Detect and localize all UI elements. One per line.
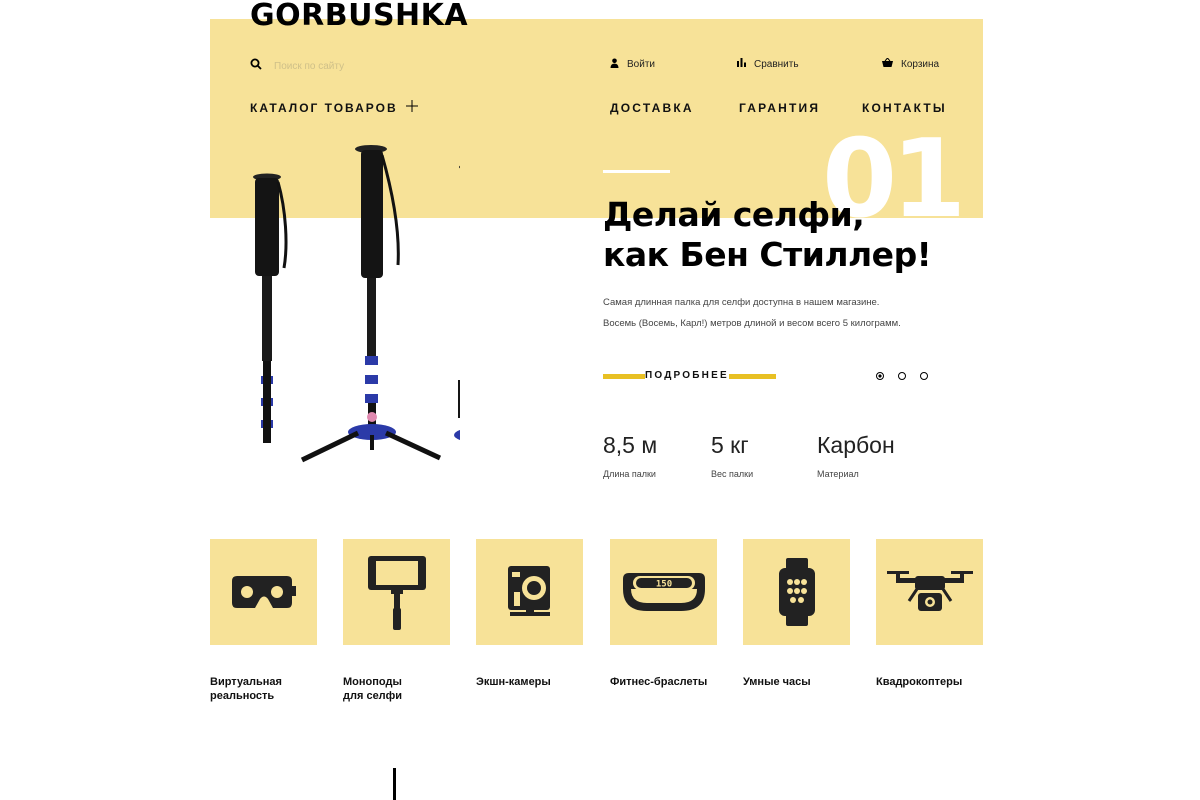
- catalog-menu-button[interactable]: КАТАЛОГ ТОВАРОВ: [250, 100, 418, 115]
- cart-link[interactable]: Корзина: [882, 57, 940, 70]
- login-label: Войти: [627, 59, 655, 70]
- drone-icon: [886, 571, 973, 611]
- plus-icon: [405, 100, 418, 115]
- slider-dot-1[interactable]: [876, 372, 884, 380]
- nav-contacts[interactable]: КОНТАКТЫ: [862, 101, 947, 115]
- category-action-cameras[interactable]: Экшн-камеры: [476, 539, 583, 689]
- vr-headset-icon: [231, 576, 296, 608]
- category-vr-label-line1: Виртуальная: [210, 676, 282, 688]
- selfie-stick-icon: [367, 556, 426, 630]
- hero-description: Самая длинная палка для селфи доступна в…: [603, 292, 901, 334]
- spec-length-value: 8,5 м: [603, 432, 658, 458]
- category-action-cameras-tile[interactable]: [476, 539, 583, 645]
- search-bar[interactable]: [250, 57, 474, 75]
- compare-link[interactable]: Сравнить: [737, 58, 799, 70]
- hero-description-line1: Самая длинная палка для селфи доступна в…: [603, 297, 880, 308]
- category-smartwatches-label-line1: Умные часы: [743, 676, 811, 688]
- category-monopods-label-line2: для селфи: [343, 690, 403, 702]
- monopod-product-image: [240, 140, 496, 475]
- category-monopods-tile[interactable]: [343, 539, 450, 645]
- category-vr-tile[interactable]: [210, 539, 317, 645]
- category-vr-label-line2: реальность: [210, 690, 275, 702]
- catalog-label: КАТАЛОГ ТОВАРОВ: [250, 100, 398, 115]
- search-input[interactable]: [274, 60, 474, 72]
- category-monopods-label-line1: Моноподы: [343, 676, 402, 688]
- category-drones[interactable]: Квадрокоптеры: [876, 539, 983, 689]
- compare-label: Сравнить: [754, 58, 799, 70]
- category-action-cameras-label-line1: Экшн-камеры: [476, 676, 551, 688]
- category-smartwatches-label[interactable]: Умные часы: [743, 675, 850, 689]
- category-action-cameras-label[interactable]: Экшн-камеры: [476, 675, 583, 689]
- hero-title: Делай селфи, как Бен Стиллер!: [603, 195, 932, 275]
- category-fitness-bands[interactable]: 150 Фитнес-браслеты: [610, 539, 717, 689]
- user-icon: [610, 58, 619, 71]
- spec-material-value: Карбон: [817, 432, 895, 458]
- category-fitness-bands-label-line1: Фитнес-браслеты: [610, 676, 708, 688]
- login-link[interactable]: Войти: [610, 58, 655, 71]
- basket-icon: [882, 57, 893, 70]
- slider-dot-3[interactable]: [920, 372, 928, 380]
- action-camera-icon: [507, 566, 550, 616]
- category-smartwatches[interactable]: Умные часы: [743, 539, 850, 689]
- category-drones-label-line1: Квадрокоптеры: [876, 676, 963, 688]
- more-button[interactable]: ПОДРОБНЕЕ: [603, 368, 776, 388]
- title-divider: [603, 170, 670, 173]
- hero-title-line2: как Бен Стиллер!: [603, 235, 932, 274]
- category-fitness-bands-tile[interactable]: 150: [610, 539, 717, 645]
- nav-warranty[interactable]: ГАРАНТИЯ: [739, 101, 820, 115]
- category-vr[interactable]: Виртуальная реальность: [210, 539, 317, 703]
- cart-label: Корзина: [901, 58, 940, 70]
- category-monopods[interactable]: Моноподы для селфи: [343, 539, 450, 703]
- spec-length-label: Длина палки: [603, 469, 656, 479]
- spec-length: 8,5 м Длина палки: [603, 432, 657, 479]
- category-fitness-bands-label[interactable]: Фитнес-браслеты: [610, 675, 717, 689]
- slider-pagination: [876, 372, 928, 380]
- category-drones-tile[interactable]: [876, 539, 983, 645]
- fitness-band-icon: 150: [622, 573, 705, 611]
- hero-description-line2: Восемь (Восемь, Карл!) метров длиной и в…: [603, 318, 901, 329]
- spec-weight: 5 кг Вес палки: [711, 432, 753, 479]
- more-button-label: ПОДРОБНЕЕ: [645, 370, 729, 381]
- category-smartwatches-tile[interactable]: [743, 539, 850, 645]
- category-drones-label[interactable]: Квадрокоптеры: [876, 675, 983, 689]
- text-cursor: [393, 768, 396, 800]
- category-vr-label[interactable]: Виртуальная реальность: [210, 675, 317, 703]
- hero-title-line1: Делай селфи,: [603, 195, 865, 234]
- category-monopods-label[interactable]: Моноподы для селфи: [343, 675, 450, 703]
- bar-chart-icon: [737, 58, 746, 70]
- site-logo[interactable]: GORBUSHKA: [250, 0, 468, 33]
- search-icon[interactable]: [250, 57, 262, 75]
- smartwatch-icon: [778, 558, 815, 626]
- spec-material-label: Материал: [817, 469, 859, 479]
- slider-dot-2[interactable]: [898, 372, 906, 380]
- spec-weight-value: 5 кг: [711, 432, 749, 458]
- fitness-band-display: 150: [655, 580, 671, 590]
- spec-weight-label: Вес палки: [711, 469, 754, 479]
- nav-delivery[interactable]: ДОСТАВКА: [610, 101, 694, 115]
- spec-material: Карбон Материал: [817, 432, 895, 479]
